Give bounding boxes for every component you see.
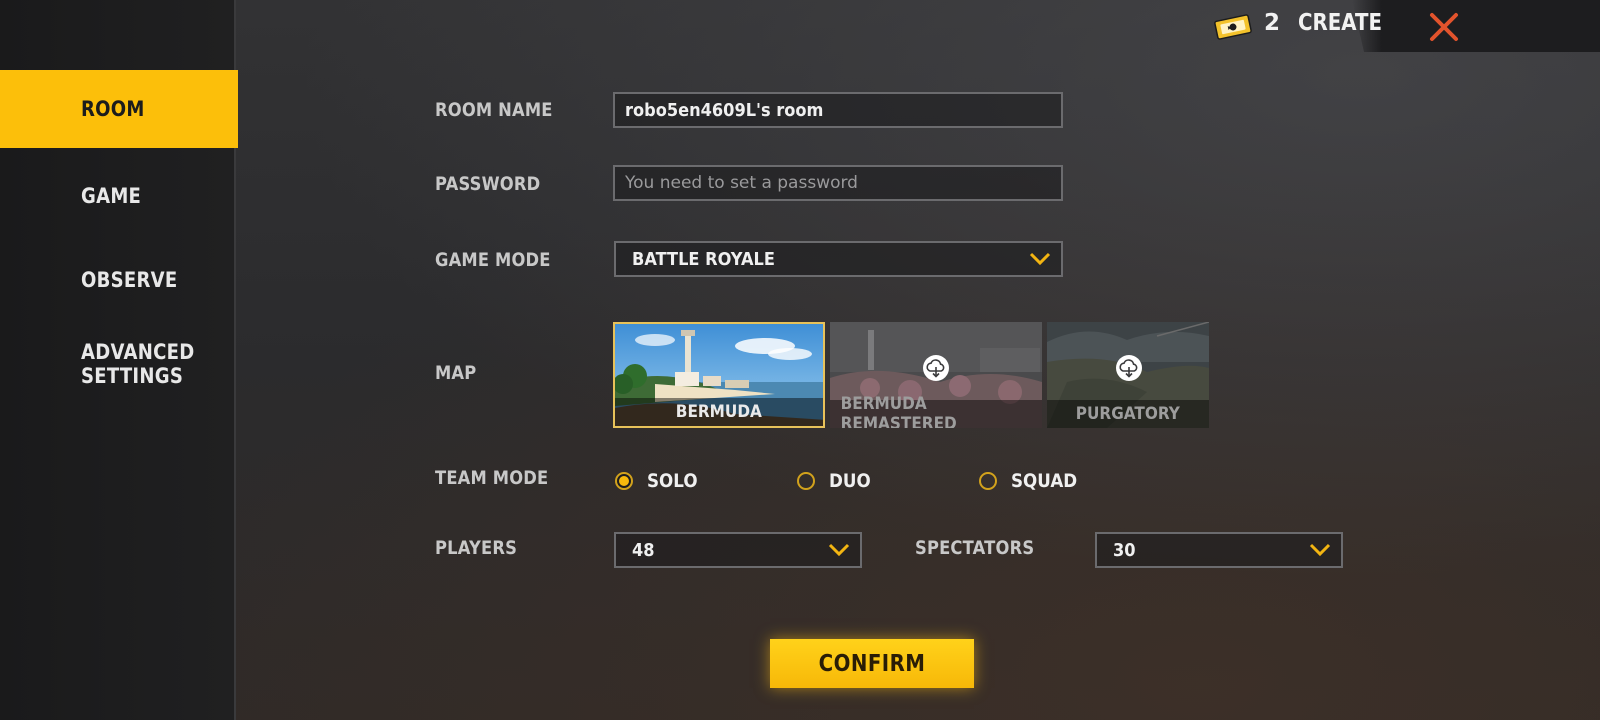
sidebar-item-observe[interactable]: OBSERVE: [0, 260, 238, 300]
players-value: 48: [632, 539, 655, 561]
map-option-bermuda[interactable]: BERMUDA: [613, 322, 825, 428]
room-name-value: robo5en4609L's room: [625, 99, 824, 121]
chevron-down-icon: [828, 543, 850, 557]
sidebar: ROOM GAME OBSERVE ADVANCED SETTINGS: [0, 0, 238, 720]
radio-unselected-icon: [797, 472, 815, 490]
password-input[interactable]: [625, 173, 1061, 193]
sidebar-item-label: ROOM: [81, 97, 145, 121]
radio-selected-icon: [615, 472, 633, 490]
map-name: BERMUDA: [615, 398, 823, 426]
team-mode-label: TEAM MODE: [435, 467, 549, 489]
page-title: CREATE: [1298, 10, 1383, 36]
radio-label: SOLO: [647, 470, 698, 492]
cloud-download-icon: [1116, 355, 1142, 381]
close-icon[interactable]: [1424, 7, 1464, 47]
sidebar-item-advanced-settings[interactable]: ADVANCED SETTINGS: [0, 336, 238, 392]
confirm-button-label: CONFIRM: [818, 650, 926, 677]
password-field[interactable]: [613, 165, 1063, 201]
room-name-field[interactable]: robo5en4609L's room: [613, 92, 1063, 128]
spectators-label: SPECTATORS: [915, 537, 1035, 559]
team-mode-solo-radio[interactable]: SOLO: [615, 470, 704, 492]
password-label: PASSWORD: [435, 173, 541, 195]
game-mode-label: GAME MODE: [435, 249, 551, 271]
radio-unselected-icon: [979, 472, 997, 490]
sidebar-item-label: ADVANCED SETTINGS: [81, 340, 195, 388]
spectators-value: 30: [1113, 539, 1136, 561]
room-card-icon: [1214, 14, 1252, 40]
chevron-down-icon: [1029, 252, 1051, 266]
radio-label: SQUAD: [1011, 470, 1078, 492]
game-mode-dropdown[interactable]: BATTLE ROYALE: [614, 241, 1063, 277]
players-label: PLAYERS: [435, 537, 518, 559]
spectators-dropdown[interactable]: 30: [1095, 532, 1343, 568]
team-mode-squad-radio[interactable]: SQUAD: [979, 470, 1086, 492]
top-bar-panel: [1352, 0, 1600, 52]
room-card-count: 2: [1264, 10, 1281, 36]
game-mode-value: BATTLE ROYALE: [632, 248, 775, 270]
sidebar-item-label: GAME: [81, 184, 142, 208]
sidebar-item-room[interactable]: ROOM: [0, 70, 238, 148]
room-name-label: ROOM NAME: [435, 99, 553, 121]
map-option-purgatory[interactable]: PURGATORY: [1047, 322, 1209, 428]
team-mode-duo-radio[interactable]: DUO: [797, 470, 876, 492]
sidebar-item-label: OBSERVE: [81, 268, 178, 292]
map-option-bermuda-remastered[interactable]: BERMUDA REMASTERED: [830, 322, 1042, 428]
sidebar-item-game[interactable]: GAME: [0, 176, 238, 216]
confirm-button[interactable]: CONFIRM: [770, 639, 974, 688]
map-name: PURGATORY: [1047, 400, 1209, 428]
players-dropdown[interactable]: 48: [614, 532, 862, 568]
create-room-screen: ROOM GAME OBSERVE ADVANCED SETTINGS 2 CR…: [0, 0, 1600, 720]
map-name: BERMUDA REMASTERED: [830, 394, 1042, 428]
cloud-download-icon: [923, 355, 949, 381]
radio-label: DUO: [829, 470, 871, 492]
chevron-down-icon: [1309, 543, 1331, 557]
map-label: MAP: [435, 362, 477, 384]
